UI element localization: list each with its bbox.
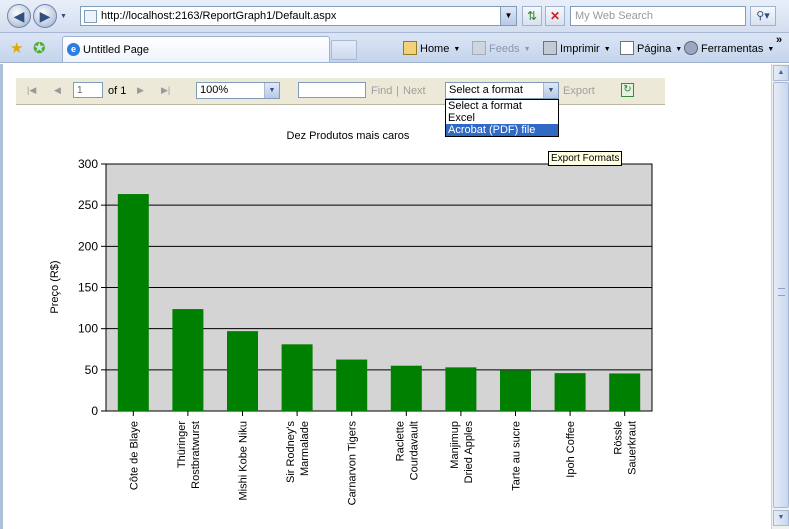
bar [172, 309, 204, 411]
browser-nav-bar: ◀ ▶ ▼ http://localhost:2163/ReportGraph1… [0, 0, 789, 33]
bar [336, 359, 368, 411]
address-url: http://localhost:2163/ReportGraph1/Defau… [101, 10, 337, 22]
ie-page-icon: e [67, 43, 80, 56]
favorites-star-icon[interactable]: ★ [10, 39, 23, 57]
vertical-scrollbar[interactable]: ▲ ▼ [771, 64, 789, 529]
scrollbar-thumb[interactable] [773, 82, 789, 508]
home-dropdown-icon[interactable]: ▼ [453, 46, 460, 53]
x-tick-label: Raclette [394, 421, 406, 461]
page-menu-icon [620, 41, 634, 55]
back-arrow-icon: ◀ [13, 8, 25, 24]
feeds-button[interactable]: Feeds ▼ [472, 41, 531, 55]
price-bar-chart: Dez Produtos mais caros 0 50 100 150 200 250 3… [49, 130, 653, 506]
format-dropdown-list: Select a format Excel Acrobat (PDF) file [445, 99, 559, 137]
close-icon: ✕ [549, 9, 561, 23]
y-tick-label: 50 [85, 363, 99, 377]
bar [609, 373, 641, 411]
home-button[interactable]: Home ▼ [403, 41, 460, 55]
print-label: Imprimir [560, 43, 600, 55]
feeds-label: Feeds [489, 43, 520, 55]
x-tick-label: Mishi Kobe Niku [238, 421, 250, 500]
address-dropdown-icon[interactable]: ▼ [500, 7, 516, 25]
browser-tab-bar: ★ ✪ e Untitled Page Home ▼ Feeds ▼ Imprimi… [0, 33, 789, 63]
x-tick-label: Ipoh Coffee [565, 421, 577, 478]
y-tick-label: 250 [78, 198, 98, 212]
bar [227, 331, 258, 411]
tools-menu-label: Ferramentas [701, 43, 764, 55]
y-axis-label: Preço (R$) [49, 260, 61, 313]
x-tick-label: Dried Apples [463, 421, 475, 484]
scroll-up-icon[interactable]: ▲ [773, 65, 789, 81]
x-tick-label: Côte de Blaye [128, 421, 140, 490]
refresh-button[interactable]: ⇅ [522, 6, 542, 26]
print-button[interactable]: Imprimir ▼ [543, 41, 611, 55]
search-input[interactable]: My Web Search [570, 6, 746, 26]
tab-title: Untitled Page [83, 44, 150, 56]
printer-icon [543, 41, 557, 55]
add-favorites-icon[interactable]: ✪ [33, 39, 46, 57]
x-tick-label: Rössle [613, 421, 625, 455]
chevron-right-icon[interactable]: » [776, 34, 782, 46]
bar [445, 367, 477, 411]
x-tick-label: Rostbratwurst [190, 421, 202, 489]
home-label: Home [420, 43, 450, 55]
page-menu-button[interactable]: Página ▼ [620, 41, 682, 55]
tools-menu-button[interactable]: Ferramentas ▼ [684, 41, 774, 55]
bar [500, 370, 531, 411]
x-tick-label: Marmalade [299, 421, 311, 476]
stop-button[interactable]: ✕ [545, 6, 565, 26]
refresh-arrows-icon: ⇅ [526, 9, 538, 23]
page-content: |◀ ◀ of 1 ▶ ▶| 100% ▼ Find | Next Select… [0, 64, 771, 529]
forward-arrow-icon: ▶ [39, 8, 51, 24]
chart-title: Dez Produtos mais caros [287, 130, 410, 142]
address-bar[interactable]: http://localhost:2163/ReportGraph1/Defau… [80, 6, 517, 26]
tools-dropdown-icon[interactable]: ▼ [767, 46, 774, 53]
scroll-down-icon[interactable]: ▼ [773, 510, 789, 526]
bar [390, 365, 422, 411]
bar [554, 373, 586, 411]
y-axis-ticks: 0 50 100 150 200 250 300 [78, 157, 106, 418]
feeds-icon [472, 41, 486, 55]
bar [281, 344, 313, 411]
format-option[interactable]: Select a format [446, 100, 558, 112]
x-axis-labels: Côte de Blaye Thüringer Rostbratwurst Mishi… [128, 411, 639, 506]
home-icon [403, 41, 417, 55]
format-option[interactable]: Excel [446, 112, 558, 124]
x-tick-label: Thüringer [176, 421, 188, 468]
y-tick-label: 150 [78, 281, 98, 295]
bar [117, 194, 149, 411]
x-tick-label: Manjimup [449, 421, 461, 469]
export-formats-tooltip: Export Formats [548, 151, 623, 166]
x-tick-label: Courdavault [408, 421, 420, 480]
x-tick-label: Carnarvon Tigers [347, 421, 359, 506]
new-tab-button[interactable] [331, 40, 357, 60]
y-tick-label: 300 [78, 157, 98, 171]
y-tick-label: 0 [91, 404, 98, 418]
back-button[interactable]: ◀ [7, 4, 31, 28]
y-tick-label: 200 [78, 239, 98, 253]
y-tick-label: 100 [78, 322, 98, 336]
search-icon: ⚲▾ [756, 10, 770, 22]
format-option[interactable]: Acrobat (PDF) file [446, 124, 558, 136]
history-dropdown-icon[interactable]: ▼ [60, 13, 67, 20]
x-tick-label: Tarte au sucre [511, 421, 523, 491]
forward-button[interactable]: ▶ [33, 4, 57, 28]
print-dropdown-icon[interactable]: ▼ [604, 46, 611, 53]
x-tick-label: Sauerkraut [627, 421, 639, 475]
tab-untitled-page[interactable]: e Untitled Page [62, 36, 330, 62]
page-dropdown-icon[interactable]: ▼ [675, 46, 682, 53]
feeds-dropdown-icon[interactable]: ▼ [524, 46, 531, 53]
scrollbar-grip-icon [778, 288, 785, 296]
gear-icon [684, 41, 698, 55]
x-tick-label: Sir Rodney's [285, 421, 297, 484]
page-menu-label: Página [637, 43, 672, 55]
page-icon [84, 10, 97, 23]
search-button[interactable]: ⚲▾ [750, 6, 776, 26]
